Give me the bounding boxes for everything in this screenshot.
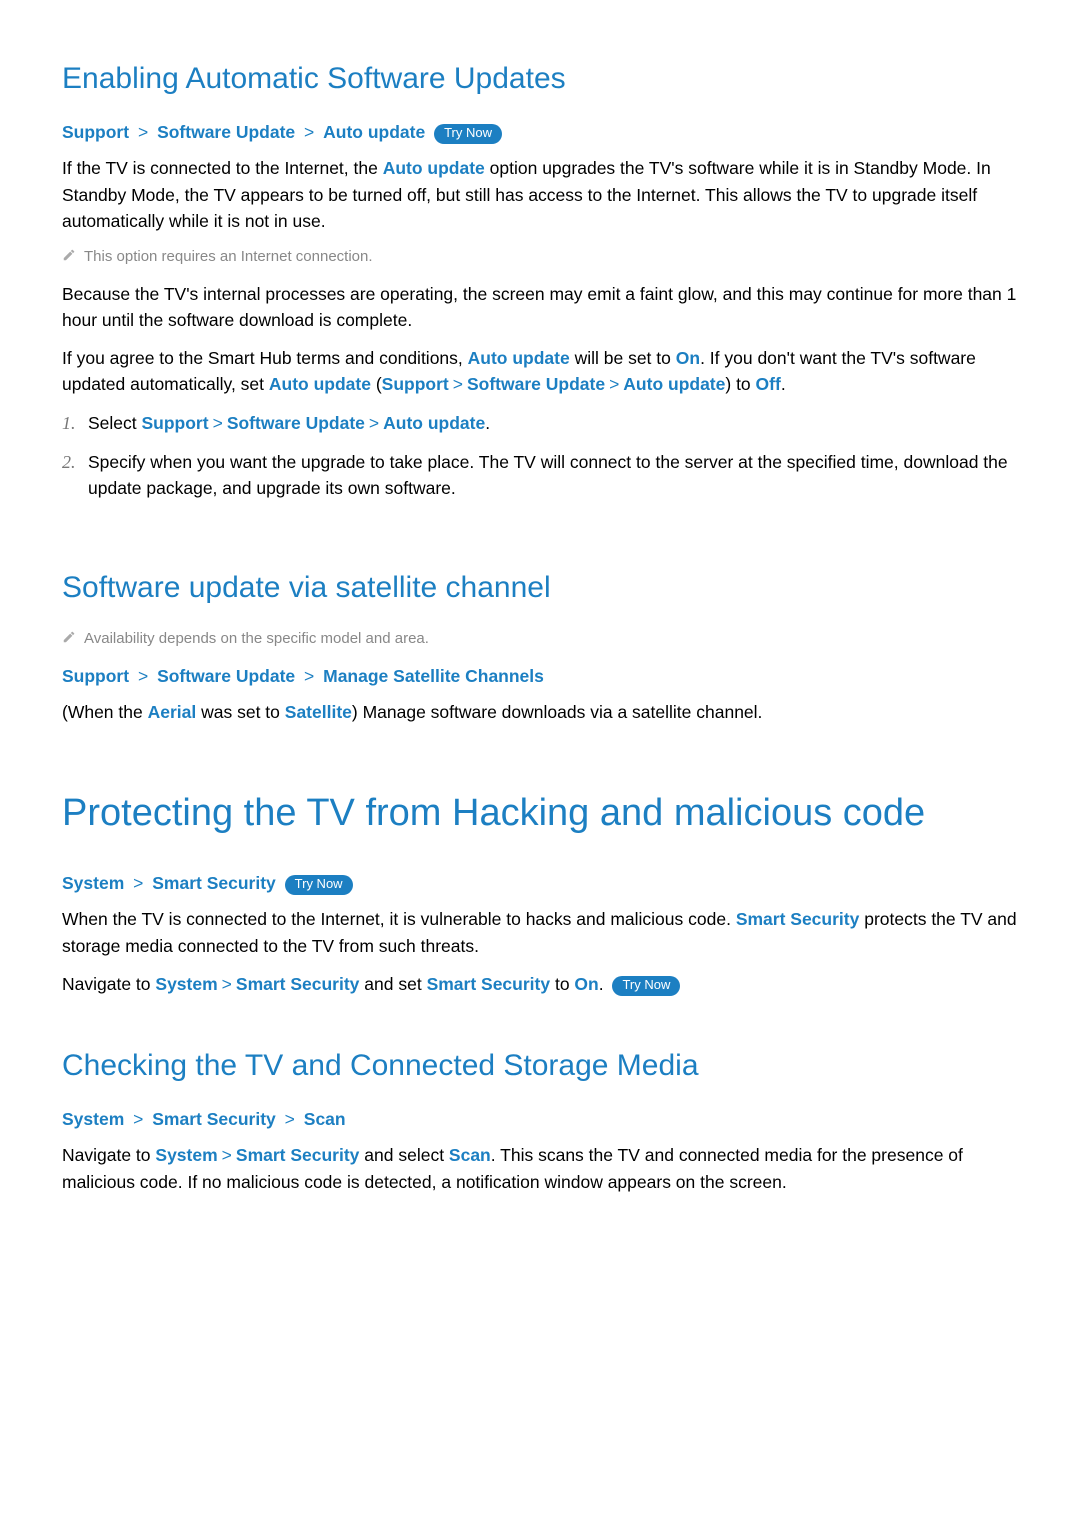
step-number: 1.: [62, 410, 88, 437]
inline-term: Auto update: [383, 158, 485, 178]
try-now-button[interactable]: Try Now: [612, 976, 680, 996]
step-item: 1. Select Support>Software Update>Auto u…: [62, 410, 1018, 437]
breadcrumb-item[interactable]: Software Update: [157, 666, 295, 686]
breadcrumb-item[interactable]: Manage Satellite Channels: [323, 666, 544, 686]
section-title: Software update via satellite channel: [62, 565, 1018, 610]
breadcrumb-item[interactable]: Support: [62, 122, 129, 142]
chevron-right-icon: >: [138, 122, 148, 142]
chevron-right-icon: >: [285, 1109, 295, 1129]
breadcrumb-item[interactable]: System: [62, 873, 124, 893]
note-text: Availability depends on the specific mod…: [84, 628, 429, 651]
body-text: If you agree to the Smart Hub terms and …: [62, 345, 1018, 398]
note-text: This option requires an Internet connect…: [84, 246, 373, 269]
try-now-button[interactable]: Try Now: [434, 124, 502, 144]
try-now-button[interactable]: Try Now: [285, 875, 353, 895]
chevron-right-icon: >: [138, 666, 148, 686]
pencil-icon: [62, 246, 84, 269]
step-item: 2. Specify when you want the upgrade to …: [62, 449, 1018, 502]
breadcrumb: Support > Software Update > Manage Satel…: [62, 663, 1018, 689]
body-text: When the TV is connected to the Internet…: [62, 906, 1018, 959]
body-text: Because the TV's internal processes are …: [62, 281, 1018, 334]
chevron-right-icon: >: [304, 122, 314, 142]
breadcrumb-item[interactable]: System: [62, 1109, 124, 1129]
section-title: Checking the TV and Connected Storage Me…: [62, 1043, 1018, 1088]
body-text: Navigate to System>Smart Security and se…: [62, 1142, 1018, 1195]
body-text: If the TV is connected to the Internet, …: [62, 155, 1018, 234]
chevron-right-icon: >: [133, 873, 143, 893]
steps-list: 1. Select Support>Software Update>Auto u…: [62, 410, 1018, 502]
page-title: Protecting the TV from Hacking and malic…: [62, 785, 1018, 842]
breadcrumb-item[interactable]: Support: [62, 666, 129, 686]
body-text: Navigate to System>Smart Security and se…: [62, 971, 1018, 997]
body-text: (When the Aerial was set to Satellite) M…: [62, 699, 1018, 725]
breadcrumb-item[interactable]: Smart Security: [152, 1109, 276, 1129]
breadcrumb: Support > Software Update > Auto update …: [62, 119, 1018, 145]
chevron-right-icon: >: [133, 1109, 143, 1129]
section-title: Enabling Automatic Software Updates: [62, 56, 1018, 101]
breadcrumb: System > Smart Security > Scan: [62, 1106, 1018, 1132]
breadcrumb-item[interactable]: Scan: [304, 1109, 346, 1129]
note: Availability depends on the specific mod…: [62, 628, 1018, 651]
breadcrumb-item[interactable]: Smart Security: [152, 873, 276, 893]
breadcrumb-item[interactable]: Software Update: [157, 122, 295, 142]
pencil-icon: [62, 628, 84, 651]
step-number: 2.: [62, 449, 88, 502]
breadcrumb-item[interactable]: Auto update: [323, 122, 425, 142]
chevron-right-icon: >: [304, 666, 314, 686]
breadcrumb: System > Smart Security Try Now: [62, 870, 1018, 896]
note: This option requires an Internet connect…: [62, 246, 1018, 269]
